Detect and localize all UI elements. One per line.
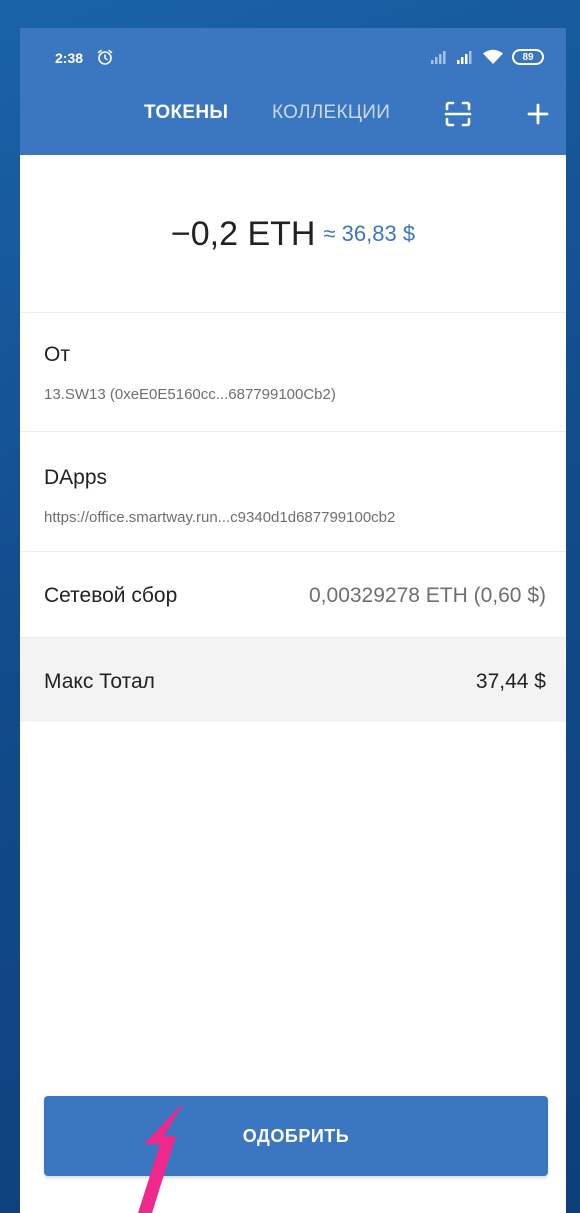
- nav-row: ТОКЕНЫ КОЛЛЕКЦИИ: [20, 92, 566, 155]
- alarm-clock-icon: [97, 49, 113, 65]
- max-total-label: Макс Тотал: [44, 670, 155, 693]
- approve-button[interactable]: ОДОБРИТЬ: [44, 1096, 548, 1176]
- amount-section: −0,2 ETH ≈ 36,83 $: [20, 155, 566, 313]
- status-bar: 2:38 89: [20, 28, 566, 92]
- battery-icon: 89: [512, 49, 544, 65]
- max-total-row: Макс Тотал 37,44 $: [20, 637, 566, 722]
- wifi-icon: [483, 49, 503, 64]
- dapps-label: DApps: [44, 466, 108, 489]
- network-fee-label: Сетевой сбор: [44, 584, 178, 607]
- tab-collections[interactable]: КОЛЛЕКЦИИ: [272, 102, 390, 124]
- signal-icon: [431, 51, 446, 64]
- plus-icon[interactable]: [522, 98, 554, 130]
- network-fee-row[interactable]: Сетевой сбор 0,00329278 ETH (0,60 $): [20, 551, 566, 637]
- phone-screen: 2:38 89 ТОКЕНЫ КОЛЛЕКЦИИ −0,2 ETH ≈ 36,8…: [20, 28, 566, 1213]
- max-total-value: 37,44 $: [475, 670, 546, 693]
- dapps-row: DApps https://office.smartway.run...c934…: [20, 431, 566, 551]
- from-value: 13.SW13 (0xeE0E5160cc...687799100Cb2): [44, 386, 336, 403]
- amount-fiat: ≈ 36,83 $: [323, 221, 416, 246]
- amount-crypto: −0,2 ETH: [170, 214, 316, 253]
- app-bar: 2:38 89 ТОКЕНЫ КОЛЛЕКЦИИ: [20, 28, 566, 155]
- from-row: От 13.SW13 (0xeE0E5160cc...687799100Cb2): [20, 312, 566, 431]
- tab-tokens[interactable]: ТОКЕНЫ: [144, 102, 228, 124]
- from-label: От: [44, 343, 70, 366]
- status-indicators: 89: [430, 47, 544, 67]
- status-time: 2:38: [55, 50, 84, 66]
- scan-icon[interactable]: [442, 98, 474, 130]
- signal-icon: [457, 51, 472, 64]
- dapps-value: https://office.smartway.run...c9340d1d68…: [44, 509, 396, 526]
- network-fee-value: 0,00329278 ETH (0,60 $): [309, 584, 546, 607]
